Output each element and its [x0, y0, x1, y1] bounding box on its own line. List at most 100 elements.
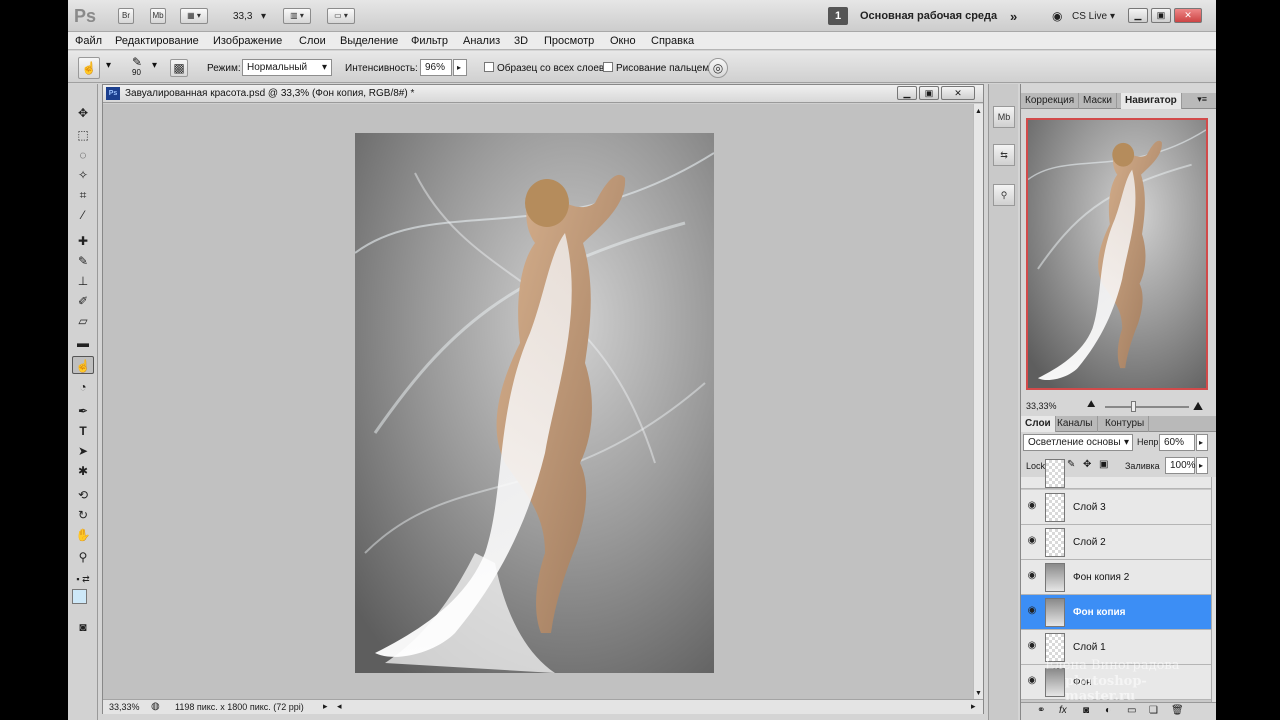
navigator-preview[interactable] — [1026, 118, 1208, 390]
hscroll-right-icon[interactable]: ▸ — [971, 701, 976, 712]
eye-icon[interactable]: ◉ — [1025, 500, 1039, 514]
crop-tool-icon[interactable]: ⌗ — [72, 186, 94, 204]
new-group-icon[interactable]: ▭ — [1127, 705, 1136, 716]
cs-live-dropdown-icon[interactable]: ▾ — [1110, 11, 1115, 22]
bridge-button[interactable]: Br — [118, 8, 134, 24]
menu-window[interactable]: Окно — [610, 35, 636, 47]
lasso-tool-icon[interactable]: ◌ — [72, 146, 94, 164]
canvas-area[interactable] — [103, 104, 973, 701]
quick-selection-tool-icon[interactable]: ✧ — [72, 166, 94, 184]
mini-bridge-panel-icon[interactable]: Mb — [993, 106, 1015, 128]
clone-stamp-tool-icon[interactable]: ⊥ — [72, 272, 94, 290]
mini-bridge-button[interactable]: Mb — [150, 8, 166, 24]
gradient-tool-icon[interactable]: ▬ — [72, 334, 94, 352]
layer-row[interactable]: ◉ Фон копия 2 — [1021, 560, 1211, 595]
screen-mode-button[interactable]: ▭ ▾ — [327, 8, 355, 24]
eye-icon[interactable]: ◉ — [1025, 605, 1039, 619]
sample-all-layers-checkbox[interactable] — [484, 62, 494, 72]
menu-edit[interactable]: Редактирование — [115, 35, 199, 47]
layer-row-selected[interactable]: ◉ Фон копия — [1021, 595, 1211, 630]
layer-row-partial[interactable] — [1021, 459, 1211, 489]
tab-adjustments[interactable]: Коррекция — [1021, 93, 1080, 109]
lock-position-icon[interactable]: ✥ — [1083, 459, 1091, 470]
brush-panel-toggle-icon[interactable]: ▩ — [170, 59, 188, 77]
tool-preset-dropdown-icon[interactable]: ▾ — [106, 60, 111, 71]
eye-icon[interactable]: ◉ — [1025, 535, 1039, 549]
shape-tool-icon[interactable]: ✱ — [72, 462, 94, 480]
layer-row[interactable]: ◉ Слой 3 — [1021, 490, 1211, 525]
tab-masks[interactable]: Маски — [1079, 93, 1117, 109]
navigator-zoom-thumb[interactable] — [1131, 401, 1136, 412]
quick-mask-icon[interactable]: ◙ — [72, 618, 94, 636]
menu-analysis[interactable]: Анализ — [463, 35, 500, 47]
eyedropper-tool-icon[interactable]: ⁄ — [72, 206, 94, 224]
scroll-up-icon[interactable]: ▲ — [975, 108, 982, 115]
intensity-slider-toggle-icon[interactable]: ▸ — [453, 59, 467, 76]
menu-filter[interactable]: Фильтр — [411, 35, 448, 47]
link-layers-icon[interactable]: ⚭ — [1037, 705, 1045, 716]
marquee-tool-icon[interactable]: ⬚ — [72, 126, 94, 144]
path-selection-tool-icon[interactable]: ➤ — [72, 442, 94, 460]
doc-minimize-button[interactable]: ▁ — [897, 86, 917, 100]
arrange-documents-button[interactable]: ▥ ▾ — [283, 8, 311, 24]
close-app-button[interactable]: ✕ — [1174, 8, 1202, 23]
fill-field[interactable]: 100% — [1165, 457, 1196, 474]
zoom-in-icon[interactable]: ⛰ — [1193, 399, 1203, 414]
tab-navigator[interactable]: Навигатор — [1121, 93, 1182, 109]
foreground-color-swatch[interactable] — [72, 589, 87, 604]
dodge-tool-icon[interactable]: ◔ — [72, 378, 94, 396]
menu-view[interactable]: Просмотр — [544, 35, 594, 47]
history-panel-icon[interactable]: ⇆ — [993, 144, 1015, 166]
opacity-slider-icon[interactable]: ▸ — [1196, 434, 1208, 451]
3d-rotate-tool-icon[interactable]: ⟲ — [72, 486, 94, 504]
opacity-field[interactable]: 60% — [1159, 434, 1195, 451]
menu-help[interactable]: Справка — [651, 35, 694, 47]
menu-file[interactable]: Файл — [75, 35, 102, 47]
menu-image[interactable]: Изображение — [213, 35, 282, 47]
panel-menu-icon[interactable]: ▾≡ — [1197, 94, 1207, 105]
status-zoom-field[interactable]: 33,33% — [109, 702, 140, 712]
delete-layer-icon[interactable]: 🗑 — [1171, 705, 1184, 716]
document-image[interactable] — [355, 133, 714, 673]
tab-paths[interactable]: Контуры — [1101, 416, 1150, 432]
view-extras-button[interactable]: ▦ ▾ — [180, 8, 208, 24]
navigator-zoom-slider[interactable] — [1105, 406, 1189, 408]
finger-painting-checkbox[interactable] — [603, 62, 613, 72]
maximize-app-button[interactable]: ▣ — [1151, 8, 1171, 23]
new-layer-icon[interactable]: ❏ — [1149, 705, 1158, 716]
brush-tool-icon[interactable]: ✎ — [72, 252, 94, 270]
mode-select[interactable]: Нормальный ▾ — [242, 59, 332, 76]
move-tool-icon[interactable]: ✥ — [72, 104, 94, 122]
lock-pixels-icon[interactable]: ✎ — [1067, 459, 1075, 470]
status-info-icon[interactable]: ◍ — [151, 701, 160, 712]
blend-mode-select[interactable]: Осветление основы ▾ — [1023, 434, 1133, 451]
clone-source-panel-icon[interactable]: ⚲ — [993, 184, 1015, 206]
workspace-switcher[interactable]: Основная рабочая среда — [860, 10, 997, 22]
eraser-tool-icon[interactable]: ▱ — [72, 312, 94, 330]
menu-select[interactable]: Выделение — [340, 35, 398, 47]
minimize-app-button[interactable]: ▁ — [1128, 8, 1148, 23]
smudge-tool-icon[interactable]: ☝ — [72, 356, 94, 374]
doc-restore-button[interactable]: ▣ — [919, 86, 939, 100]
vertical-scrollbar[interactable]: ▲ ▼ — [973, 104, 983, 701]
tool-preset-picker[interactable]: ☝ — [78, 57, 100, 79]
navigator-zoom-field[interactable]: 33,33% — [1026, 401, 1057, 411]
zoom-level-field[interactable]: 33,3 — [233, 11, 252, 22]
scroll-down-icon[interactable]: ▼ — [975, 690, 982, 697]
hscroll-left-icon[interactable]: ◂ — [337, 701, 342, 712]
tab-layers[interactable]: Слои — [1021, 416, 1056, 432]
layer-style-icon[interactable]: fx — [1059, 705, 1067, 716]
more-workspaces-icon[interactable]: » — [1010, 9, 1017, 24]
zoom-tool-icon[interactable]: ⚲ — [72, 548, 94, 566]
pen-pressure-icon[interactable]: ◎ — [708, 58, 728, 78]
history-brush-tool-icon[interactable]: ✐ — [72, 292, 94, 310]
status-menu-arrow-icon[interactable]: ▸ — [323, 701, 328, 712]
adjustment-layer-icon[interactable]: ◐ — [1105, 705, 1111, 716]
layers-scrollbar[interactable] — [1211, 477, 1216, 702]
cs-live-button[interactable]: CS Live — [1072, 11, 1107, 22]
lock-all-icon[interactable]: ▣ — [1099, 459, 1108, 470]
hand-tool-icon[interactable]: ✋ — [72, 526, 94, 544]
3d-orbit-tool-icon[interactable]: ↻ — [72, 506, 94, 524]
eye-icon[interactable]: ◉ — [1025, 570, 1039, 584]
fill-slider-icon[interactable]: ▸ — [1196, 457, 1208, 474]
